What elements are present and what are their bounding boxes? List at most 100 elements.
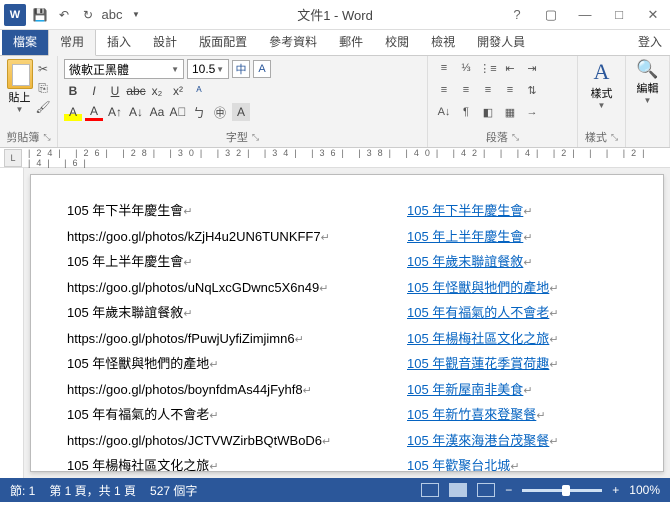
document-line[interactable]: https://goo.gl/photos/uNqLxcGDwnc5X6n49↵ bbox=[67, 278, 379, 298]
document-line[interactable]: 105 年楊梅社區文化之旅↵ bbox=[407, 329, 647, 349]
shrink-font-button[interactable]: A↓ bbox=[127, 103, 145, 121]
document-page[interactable]: 105 年下半年慶生會↵https://goo.gl/photos/kZjH4u… bbox=[30, 174, 664, 472]
print-layout-button[interactable] bbox=[449, 483, 467, 497]
document-line[interactable]: 105 年歲末聯誼餐敘↵ bbox=[67, 303, 379, 323]
clear-format-button[interactable]: A⃠ bbox=[169, 103, 187, 121]
zoom-slider[interactable] bbox=[522, 489, 602, 492]
format-painter-icon[interactable]: 🖌 bbox=[35, 99, 51, 115]
tab-view[interactable]: 檢視 bbox=[420, 28, 466, 55]
increase-indent-button[interactable]: ⇥ bbox=[522, 59, 542, 77]
styles-button[interactable]: A 樣式 ▼ bbox=[584, 59, 619, 110]
document-line[interactable]: 105 年怪獸與牠們的產地↵ bbox=[67, 354, 379, 374]
align-left-button[interactable]: ≡ bbox=[434, 81, 454, 99]
clipboard-launcher-icon[interactable]: ⤡ bbox=[43, 132, 50, 143]
copy-icon[interactable]: ⎘ bbox=[35, 80, 51, 96]
editing-button[interactable]: 🔍 編輯 ▼ bbox=[632, 59, 663, 105]
document-line[interactable]: 105 年楊梅社區文化之旅↵ bbox=[67, 456, 379, 472]
document-line[interactable]: 105 年有福氣的人不會老↵ bbox=[407, 303, 647, 323]
hyperlink[interactable]: 105 年歲末聯誼餐敘 bbox=[407, 254, 523, 269]
tab-mailings[interactable]: 郵件 bbox=[328, 28, 374, 55]
tab-review[interactable]: 校閱 bbox=[374, 28, 420, 55]
hyperlink[interactable]: 105 年有福氣的人不會老 bbox=[407, 305, 549, 320]
align-right-button[interactable]: ≡ bbox=[478, 81, 498, 99]
hyperlink[interactable]: 105 年下半年慶生會 bbox=[407, 203, 523, 218]
login-button[interactable]: 登入 bbox=[630, 28, 670, 55]
line-spacing-button[interactable]: ⇅ bbox=[522, 81, 542, 99]
document-line[interactable]: 105 年歲末聯誼餐敘↵ bbox=[407, 252, 647, 272]
document-line[interactable]: 105 年有福氣的人不會老↵ bbox=[67, 405, 379, 425]
hyperlink[interactable]: 105 年上半年慶生會 bbox=[407, 229, 523, 244]
font-launcher-icon[interactable]: ⤡ bbox=[252, 132, 259, 143]
status-page[interactable]: 第 1 頁，共 1 頁 bbox=[49, 482, 136, 499]
status-words[interactable]: 527 個字 bbox=[150, 482, 197, 499]
show-marks-button[interactable]: ¶ bbox=[456, 103, 476, 121]
qat-more-icon[interactable]: abc bbox=[102, 5, 122, 25]
tab-layout[interactable]: 版面配置 bbox=[188, 28, 258, 55]
web-layout-button[interactable] bbox=[477, 483, 495, 497]
help-icon[interactable]: ? bbox=[504, 4, 530, 26]
maximize-icon[interactable]: □ bbox=[606, 4, 632, 26]
font-color-button[interactable]: A bbox=[85, 103, 103, 121]
numbering-button[interactable]: ⅓ bbox=[456, 59, 476, 77]
sort-button[interactable]: A↓ bbox=[434, 103, 454, 121]
document-line[interactable]: 105 年歡聚台北城↵ bbox=[407, 456, 647, 472]
borders-button[interactable]: ▦ bbox=[500, 103, 520, 121]
bold-button[interactable]: B bbox=[64, 82, 82, 100]
strike-button[interactable]: abc bbox=[127, 82, 145, 100]
ribbon-options-icon[interactable]: ▢ bbox=[538, 4, 564, 26]
tab-developer[interactable]: 開發人員 bbox=[466, 28, 536, 55]
grow-font-button[interactable]: A↑ bbox=[106, 103, 124, 121]
subscript-button[interactable]: x₂ bbox=[148, 82, 166, 100]
document-line[interactable]: 105 年上半年慶生會↵ bbox=[407, 227, 647, 247]
hyperlink[interactable]: 105 年新竹喜來登聚餐 bbox=[407, 407, 536, 422]
save-icon[interactable]: 💾 bbox=[30, 5, 50, 25]
zoom-out-button[interactable]: − bbox=[505, 483, 512, 497]
status-section[interactable]: 節: 1 bbox=[10, 482, 35, 499]
minimize-icon[interactable]: — bbox=[572, 4, 598, 26]
zoom-in-button[interactable]: + bbox=[612, 483, 619, 497]
document-line[interactable]: 105 年新竹喜來登聚餐↵ bbox=[407, 405, 647, 425]
hyperlink[interactable]: 105 年觀音蓮花季賞荷趣 bbox=[407, 356, 549, 371]
document-line[interactable]: https://goo.gl/photos/JCTVWZirbBQtWBoD6↵ bbox=[67, 431, 379, 451]
document-line[interactable]: 105 年觀音蓮花季賞荷趣↵ bbox=[407, 354, 647, 374]
tab-file[interactable]: 檔案 bbox=[2, 28, 48, 55]
justify-button[interactable]: ≡ bbox=[500, 81, 520, 99]
tab-selector-icon[interactable]: L bbox=[4, 149, 22, 167]
change-case-button[interactable]: Aa bbox=[148, 103, 166, 121]
document-line[interactable]: https://goo.gl/photos/fPuwjUyfiZimjimn6↵ bbox=[67, 329, 379, 349]
qat-dropdown-icon[interactable]: ▼ bbox=[126, 5, 146, 25]
text-effects-button[interactable]: ᴬ bbox=[190, 82, 208, 100]
document-line[interactable]: 105 年上半年慶生會↵ bbox=[67, 252, 379, 272]
undo-icon[interactable]: ↶ bbox=[54, 5, 74, 25]
document-line[interactable]: 105 年新屋南非美食↵ bbox=[407, 380, 647, 400]
paste-button[interactable]: 貼上 ▼ bbox=[6, 59, 33, 115]
multilevel-button[interactable]: ⋮≡ bbox=[478, 59, 498, 77]
bullets-button[interactable]: ≡ bbox=[434, 59, 454, 77]
hyperlink[interactable]: 105 年怪獸與牠們的產地 bbox=[407, 280, 549, 295]
char-shading-button[interactable]: A bbox=[232, 103, 250, 121]
read-mode-button[interactable] bbox=[421, 483, 439, 497]
enclose-button[interactable]: ㊥ bbox=[211, 103, 229, 121]
shading-button[interactable]: ◧ bbox=[478, 103, 498, 121]
tab-design[interactable]: 設計 bbox=[142, 28, 188, 55]
highlight-button[interactable]: A bbox=[64, 103, 82, 121]
document-line[interactable]: 105 年漢來海港台茂聚餐↵ bbox=[407, 431, 647, 451]
hyperlink[interactable]: 105 年歡聚台北城 bbox=[407, 458, 510, 472]
document-line[interactable]: https://goo.gl/photos/boynfdmAs44jFyhf8↵ bbox=[67, 380, 379, 400]
ltr-button[interactable]: → bbox=[522, 103, 542, 121]
close-icon[interactable]: ✕ bbox=[640, 4, 666, 26]
superscript-button[interactable]: x² bbox=[169, 82, 187, 100]
hyperlink[interactable]: 105 年楊梅社區文化之旅 bbox=[407, 331, 549, 346]
align-center-button[interactable]: ≡ bbox=[456, 81, 476, 99]
tab-references[interactable]: 參考資料 bbox=[258, 28, 328, 55]
underline-button[interactable]: U bbox=[106, 82, 124, 100]
phonetic-button[interactable]: ㄅ bbox=[190, 103, 208, 121]
zoom-level[interactable]: 100% bbox=[629, 483, 660, 497]
italic-button[interactable]: I bbox=[85, 82, 103, 100]
document-line[interactable]: 105 年下半年慶生會↵ bbox=[67, 201, 379, 221]
styles-launcher-icon[interactable]: ⤡ bbox=[611, 132, 618, 143]
horizontal-ruler[interactable]: L |24| |26| |28| |30| |32| |34| |36| |38… bbox=[0, 148, 670, 168]
paste-dropdown-icon[interactable]: ▼ bbox=[16, 105, 24, 114]
tab-insert[interactable]: 插入 bbox=[96, 28, 142, 55]
paragraph-launcher-icon[interactable]: ⤡ bbox=[512, 132, 519, 143]
